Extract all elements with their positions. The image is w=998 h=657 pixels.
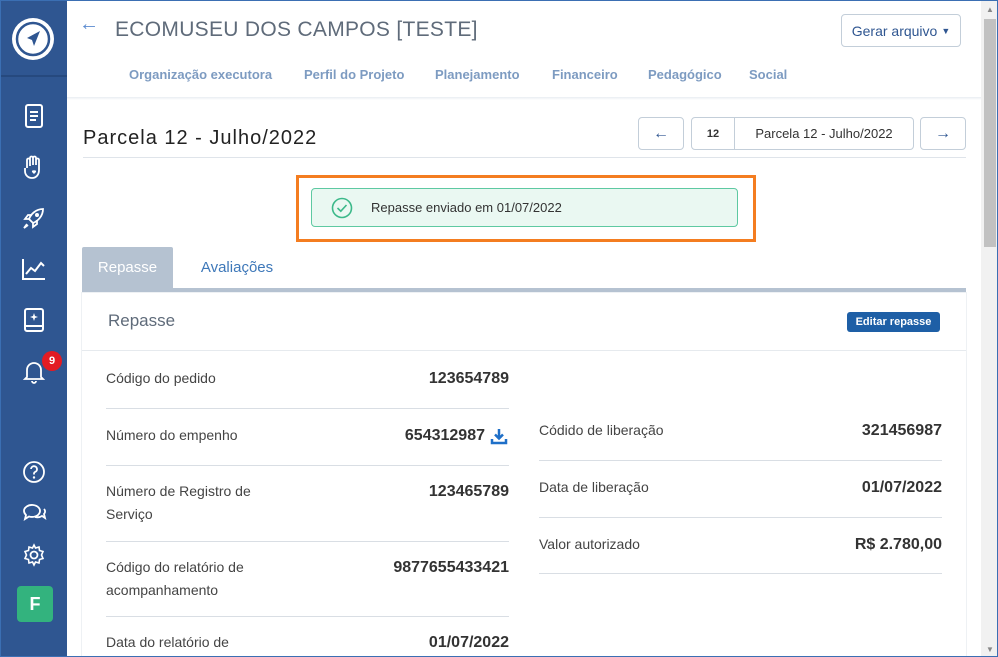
edit-repasse-button[interactable]: Editar repasse <box>847 312 940 332</box>
book-sparkle-icon[interactable] <box>18 304 50 336</box>
row-divider <box>539 573 942 574</box>
project-title: ECOMUSEU DOS CAMPOS [TESTE] <box>115 18 478 41</box>
chat-icon[interactable] <box>18 497 50 529</box>
tab-avaliacoes[interactable]: Avaliações <box>187 247 287 288</box>
field-label: Valor autorizado <box>539 536 640 552</box>
field-value: 321456987 <box>861 422 942 439</box>
field-value: 9877655433421 <box>393 559 509 576</box>
parcela-selected-label: Parcela 12 - Julho/2022 <box>755 126 893 141</box>
field-value: R$ 2.780,00 <box>854 536 942 553</box>
field-label: Código do relatório de acompanhamento <box>106 559 244 598</box>
field-label: Data de liberação <box>539 479 649 495</box>
app-window: 9 F ← ECOMUSEU DOS CAMPOS [TESTE] Gerar … <box>0 0 998 657</box>
row-divider <box>106 541 509 542</box>
hand-heart-icon[interactable] <box>18 151 50 183</box>
tab-perfil[interactable]: Perfil do Projeto <box>304 67 404 82</box>
tab-social[interactable]: Social <box>749 67 787 82</box>
parcela-number: 12 <box>692 118 735 149</box>
arrow-left-icon: ← <box>653 124 669 142</box>
sidebar: 9 F <box>1 1 67 656</box>
field-label: Número de Registro de Serviço <box>106 483 251 522</box>
tab-repasse[interactable]: Repasse <box>82 247 173 288</box>
scrollbar-thumb[interactable] <box>984 19 996 247</box>
field-label: Códido de liberação <box>539 422 664 438</box>
repasse-card <box>82 293 966 656</box>
field-value: 654312987 <box>404 427 485 444</box>
back-arrow-icon[interactable]: ← <box>79 13 99 36</box>
parcela-title: Parcela 12 - Julho/2022 <box>83 127 318 149</box>
document-icon[interactable] <box>18 100 50 132</box>
notification-badge: 9 <box>42 351 62 371</box>
scroll-up-icon[interactable]: ▲ <box>981 1 997 18</box>
field-label: Número do empenho <box>106 427 238 443</box>
card-title: Repasse <box>108 311 176 330</box>
field-value: 01/07/2022 <box>428 634 509 651</box>
generate-file-label: Gerar arquivo <box>851 22 938 39</box>
parcela-select[interactable]: 12 Parcela 12 - Julho/2022 <box>691 117 914 150</box>
row-divider <box>106 465 509 466</box>
check-circle-icon <box>331 197 353 218</box>
parcela-divider <box>83 157 966 158</box>
row-divider <box>539 517 942 518</box>
next-parcela-button[interactable]: → <box>920 117 966 150</box>
tab-financeiro[interactable]: Financeiro <box>552 67 618 82</box>
status-alert: Repasse enviado em 01/07/2022 <box>311 188 738 227</box>
generate-file-button[interactable]: Gerar arquivo ▼ <box>841 14 961 47</box>
user-avatar[interactable]: F <box>17 586 53 622</box>
prev-parcela-button[interactable]: ← <box>638 117 684 150</box>
row-divider <box>106 408 509 409</box>
sidebar-divider <box>1 75 67 77</box>
gear-icon[interactable] <box>18 539 50 571</box>
tab-planejamento[interactable]: Planejamento <box>435 67 520 82</box>
row-divider <box>539 460 942 461</box>
chart-line-icon[interactable] <box>18 253 50 285</box>
download-icon[interactable] <box>490 427 508 445</box>
tab-pedagogico[interactable]: Pedagógico <box>648 67 722 82</box>
field-value: 123465789 <box>428 483 509 500</box>
field-label: Data do relatório de <box>106 634 229 650</box>
status-message: Repasse enviado em 01/07/2022 <box>371 200 562 215</box>
row-divider <box>106 616 509 617</box>
help-icon[interactable] <box>18 456 50 488</box>
field-value: 123654789 <box>428 370 509 387</box>
arrow-right-icon: → <box>935 124 951 142</box>
rocket-icon[interactable] <box>18 202 50 234</box>
header-divider <box>67 97 997 100</box>
tab-organizacao[interactable]: Organização executora <box>129 67 272 82</box>
app-logo[interactable] <box>12 18 54 60</box>
field-value: 01/07/2022 <box>861 479 942 496</box>
field-label: Código do pedido <box>106 370 216 386</box>
caret-down-icon: ▼ <box>941 25 951 36</box>
scroll-down-icon[interactable]: ▼ <box>981 641 997 656</box>
card-header-divider <box>82 350 966 351</box>
